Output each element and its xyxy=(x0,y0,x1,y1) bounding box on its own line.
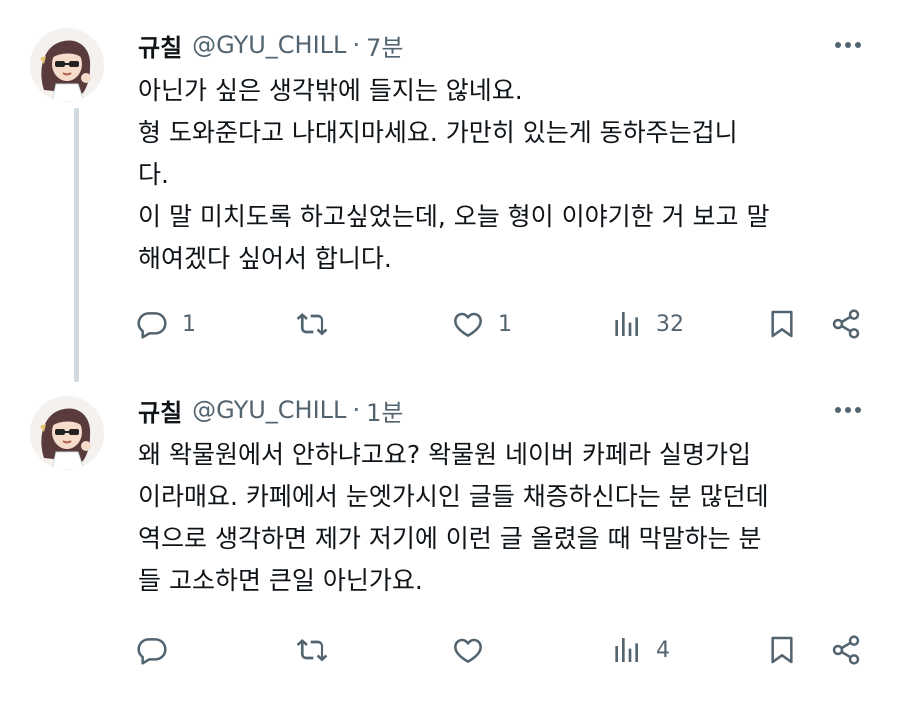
action-bar: 1 1 32 xyxy=(0,304,900,344)
timestamp[interactable]: 1분 xyxy=(366,393,403,428)
display-name[interactable]: 규칠 xyxy=(138,28,182,63)
display-name[interactable]: 규칠 xyxy=(138,393,182,428)
tweet-text: 아닌가 싶은 생각밖에 들지는 않네요. 형 도와준다고 나대지마세요. 가만히… xyxy=(138,70,868,280)
heart-icon xyxy=(454,312,482,337)
tweet-text-line: 왜 왁물원에서 안하냐고요? 왁물원 네이버 카페라 실명가입 xyxy=(138,440,751,469)
bookmark-button[interactable] xyxy=(766,630,798,670)
like-button[interactable]: 1 xyxy=(452,304,512,344)
tweet-text-line: 다. xyxy=(138,160,169,189)
share-icon xyxy=(832,635,860,665)
retweet-icon xyxy=(296,313,328,336)
tweet-text: 왜 왁물원에서 안하냐고요? 왁물원 네이버 카페라 실명가입 이라매요. 카페… xyxy=(138,434,868,602)
share-button[interactable] xyxy=(830,630,862,670)
tweet-header: 규칠 @GYU_CHILL · 7분 xyxy=(138,27,403,63)
tweet-1[interactable]: 규칠 @GYU_CHILL · 7분 아닌가 싶은 생각밖에 들지는 않네요. … xyxy=(0,0,900,382)
action-bar: 4 xyxy=(0,630,900,670)
reply-count: 1 xyxy=(182,311,196,337)
share-icon xyxy=(832,309,860,339)
avatar[interactable] xyxy=(30,396,104,470)
tweet-text-line: 이라매요. 카페에서 눈엣가시인 글들 채증하신다는 분 많던데 xyxy=(138,482,769,511)
tweet-header: 규칠 @GYU_CHILL · 1분 xyxy=(138,392,403,428)
separator-dot: · xyxy=(352,396,361,424)
tweet-text-line: 들 고소하면 큰일 아닌가요. xyxy=(138,566,423,595)
user-handle[interactable]: @GYU_CHILL xyxy=(192,396,346,424)
separator-dot: · xyxy=(352,31,361,59)
like-button[interactable] xyxy=(452,630,498,670)
reply-button[interactable] xyxy=(136,630,182,670)
avatar-illustration xyxy=(30,396,104,470)
bookmark-button[interactable] xyxy=(766,304,798,344)
reply-icon xyxy=(137,638,167,665)
views-button[interactable]: 32 xyxy=(610,304,684,344)
bookmark-icon xyxy=(771,636,793,664)
tweet-text-line: 형 도와준다고 나대지마세요. 가만히 있는게 동하주는겁니 xyxy=(138,118,738,147)
more-icon[interactable] xyxy=(832,29,864,61)
tweet-2[interactable]: 규칠 @GYU_CHILL · 1분 왜 왁물원에서 안하냐고요? 왁물원 네이… xyxy=(0,380,900,712)
tweet-text-line: 아닌가 싶은 생각밖에 들지는 않네요. xyxy=(138,76,523,105)
timestamp[interactable]: 7분 xyxy=(366,28,403,63)
retweet-button[interactable] xyxy=(296,630,342,670)
tweet-text-line: 해여겠다 싶어서 합니다. xyxy=(138,244,392,273)
bookmark-icon xyxy=(771,310,793,338)
share-button[interactable] xyxy=(830,304,862,344)
reply-button[interactable]: 1 xyxy=(136,304,196,344)
tweet-text-line: 이 말 미치도록 하고싶었는데, 오늘 형이 이야기한 거 보고 말 xyxy=(138,202,770,231)
like-count: 1 xyxy=(498,311,512,337)
views-count: 4 xyxy=(656,637,670,663)
user-handle[interactable]: @GYU_CHILL xyxy=(192,31,346,59)
avatar-illustration xyxy=(30,28,104,102)
retweet-button[interactable] xyxy=(296,304,342,344)
views-button[interactable]: 4 xyxy=(610,630,670,670)
views-icon xyxy=(615,312,638,336)
tweet-text-line: 역으로 생각하면 제가 저기에 이런 글 올렸을 때 막말하는 분 xyxy=(138,524,762,553)
more-icon[interactable] xyxy=(832,394,864,426)
heart-icon xyxy=(454,638,482,663)
views-icon xyxy=(615,638,638,662)
views-count: 32 xyxy=(656,311,684,337)
reply-icon xyxy=(137,312,167,339)
avatar[interactable] xyxy=(30,28,104,102)
retweet-icon xyxy=(296,639,328,662)
